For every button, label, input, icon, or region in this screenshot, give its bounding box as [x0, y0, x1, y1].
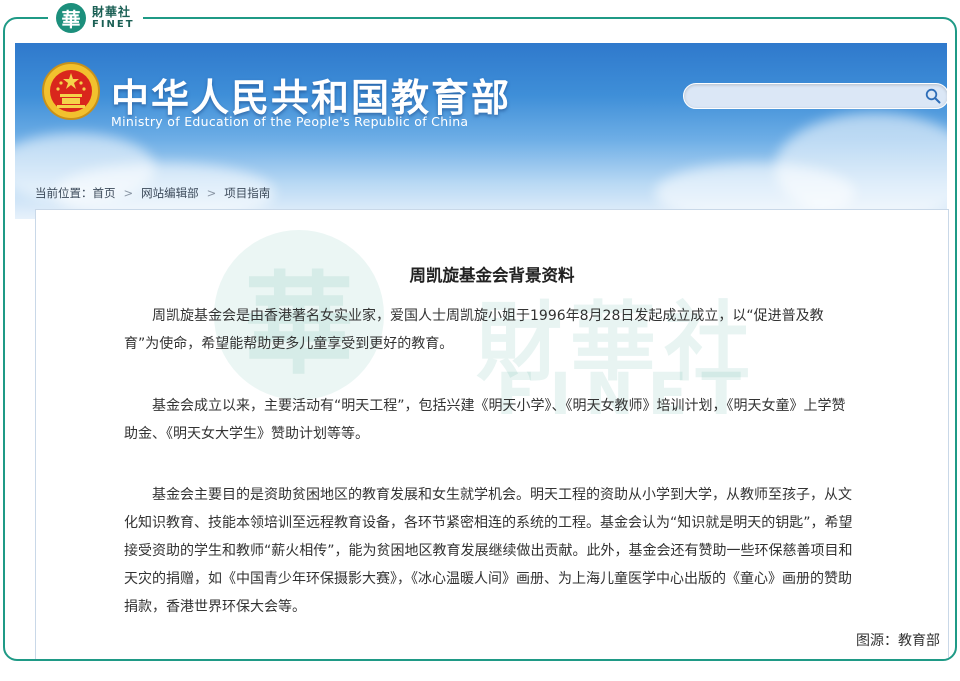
finet-logo-char: 華 [61, 8, 81, 31]
finet-brand: 財華社 FINET [92, 6, 135, 30]
breadcrumb-editorial-link[interactable]: 网站编辑部 [141, 185, 199, 201]
article-paragraph: 周凯旋基金会是由香港著名女实业家，爱国人士周凯旋小姐于1996年8月28日发起成… [124, 308, 824, 352]
breadcrumb-guide-link[interactable]: 项目指南 [224, 185, 270, 201]
search-input[interactable] [694, 87, 918, 106]
image-source-caption: 图源：教育部 [856, 633, 940, 649]
breadcrumb-label: 当前位置： [35, 186, 93, 200]
article-title: 周凯旋基金会背景资料 [409, 266, 575, 285]
breadcrumb-separator: > [206, 186, 217, 200]
breadcrumb-separator: > [123, 186, 134, 200]
national-emblem-icon [42, 62, 100, 120]
article-paragraph: 基金会主要目的是资助贫困地区的教育发展和女生就学机会。明天工程的资助从小学到大学… [124, 487, 853, 615]
site-subtitle: Ministry of Education of the People's Re… [111, 114, 469, 129]
finet-logo-icon: 華 [56, 3, 86, 33]
article-card: 華 財華社 FINET 周凯旋基金会背景资料 周凯旋基金会是由香港著名女实业家，… [35, 209, 949, 659]
finet-badge: 華 財華社 FINET [48, 0, 143, 36]
breadcrumb: 当前位置：首页 > 网站编辑部 > 项目指南 [35, 185, 270, 201]
outer-frame: 中华人民共和国教育部 Ministry of Education of the … [3, 17, 957, 661]
search-box [683, 83, 947, 109]
search-icon[interactable] [925, 88, 941, 104]
finet-name-en: FINET [92, 19, 135, 30]
article-paragraph: 基金会成立以来，主要活动有“明天工程”，包括兴建《明天小学》、《明天女教师》培训… [124, 398, 846, 442]
breadcrumb-prefix: 当前位置：首页 [35, 185, 116, 201]
breadcrumb-home-link[interactable]: 首页 [93, 186, 116, 200]
finet-name-zh: 財華社 [92, 5, 132, 19]
